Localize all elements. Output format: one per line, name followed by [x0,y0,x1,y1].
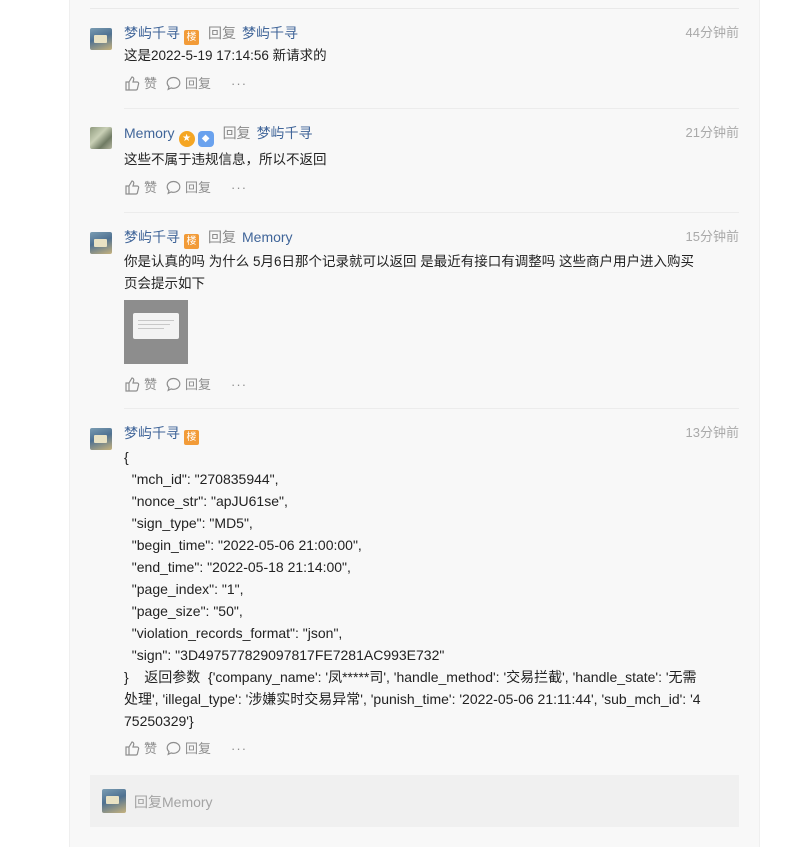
timestamp: 15分钟前 [685,229,739,244]
avatar[interactable] [90,428,112,450]
timestamp: 21分钟前 [685,125,739,140]
more-options-icon[interactable]: ··· [231,375,247,395]
like-button[interactable]: 赞 [144,375,157,395]
reply-input-box[interactable]: 回复Memory [90,775,739,827]
code-line: "sign": "3D497577829097817FE7281AC993E73… [124,647,445,663]
code-line: "nonce_str": "apJU61se", [124,493,288,509]
code-line: "end_time": "2022-05-18 21:14:00", [124,559,351,575]
medal-icon: ★ [178,131,195,147]
reply-button[interactable]: 回复 [185,178,211,198]
reply-to-username[interactable]: 梦屿千寻 [242,25,298,41]
comment-panel: 梦屿千寻楼回复 梦屿千寻 44分钟前 这是2022-5-19 17:14:56 新… [69,0,760,847]
divider [124,212,739,213]
like-button[interactable]: 赞 [144,74,157,94]
more-options-icon[interactable]: ··· [231,178,247,198]
username[interactable]: 梦屿千寻 [124,25,180,41]
comment-bubble-icon[interactable] [165,179,182,196]
comment-item: 梦屿千寻楼 13分钟前 { "mch_id": "270835944", "no… [90,425,739,766]
more-options-icon[interactable]: ··· [231,739,247,759]
thumbs-up-icon[interactable] [124,179,141,196]
code-line: "page_size": "50", [124,603,243,619]
floor-badge: 楼 [184,430,199,445]
reply-button[interactable]: 回复 [185,74,211,94]
comment-bubble-icon[interactable] [165,75,182,92]
thumbs-up-icon[interactable] [124,75,141,92]
comment-text: 这是2022-5-19 17:14:56 新请求的 [124,48,327,63]
my-avatar [102,789,126,813]
code-line: "page_index": "1", [124,581,244,597]
divider [124,108,739,109]
comment-item: 梦屿千寻楼回复 梦屿千寻 44分钟前 这是2022-5-19 17:14:56 新… [90,25,739,106]
username[interactable]: 梦屿千寻 [124,425,180,441]
code-line: "mch_id": "270835944", [124,471,279,487]
avatar[interactable] [90,232,112,254]
thumbs-up-icon[interactable] [124,740,141,757]
attached-image-thumbnail[interactable] [124,300,188,364]
code-line: } 返回参数 {'company_name': '凤*****司', 'hand… [124,669,697,685]
timestamp: 13分钟前 [685,425,739,440]
code-line: 75250329'} [124,713,194,729]
code-line: 处理', 'illegal_type': '涉嫌实时交易异常', 'punish… [124,691,701,707]
reply-to-username[interactable]: 梦屿千寻 [257,125,313,141]
top-divider [90,8,739,9]
reply-word: 回复 [222,125,251,141]
comment-text-line: 你是认真的吗 为什么 5月6日那个记录就可以返回 是最近有接口有调整吗 这些商户… [124,254,695,269]
code-line: { [124,449,129,465]
reply-input-placeholder[interactable]: 回复Memory [134,792,213,812]
thumbs-up-icon[interactable] [124,376,141,393]
divider [124,408,739,409]
comment-text-line: 页会提示如下 [124,276,205,291]
username[interactable]: Memory [124,125,175,141]
comment-bubble-icon[interactable] [165,740,182,757]
code-line: "violation_records_format": "json", [124,625,343,641]
username[interactable]: 梦屿千寻 [124,229,180,245]
reply-to-username[interactable]: Memory [242,229,293,245]
floor-badge: 楼 [184,30,199,45]
comment-text: 这些不属于违规信息，所以不返回 [124,152,327,167]
timestamp: 44分钟前 [685,25,739,40]
like-button[interactable]: 赞 [144,178,157,198]
reply-button[interactable]: 回复 [185,375,211,395]
comment-item: Memory ★ ◆ 回复 梦屿千寻 21分钟前 这些不属于违规信息，所以不返回 赞回复… [90,125,739,206]
reply-button[interactable]: 回复 [185,739,211,759]
reply-word: 回复 [208,25,236,41]
floor-badge: 楼 [184,234,199,249]
more-options-icon[interactable]: ··· [231,74,247,94]
shield-badge-icon: ◆ [197,131,214,147]
comment-item: 梦屿千寻楼回复 Memory 15分钟前 你是认真的吗 为什么 5月6日那个记录就… [90,229,739,400]
code-line: "sign_type": "MD5", [124,515,253,531]
avatar[interactable] [90,127,112,149]
reply-word: 回复 [208,229,236,245]
code-line: "begin_time": "2022-05-06 21:00:00", [124,537,362,553]
avatar[interactable] [90,28,112,50]
comment-bubble-icon[interactable] [165,376,182,393]
like-button[interactable]: 赞 [144,739,157,759]
